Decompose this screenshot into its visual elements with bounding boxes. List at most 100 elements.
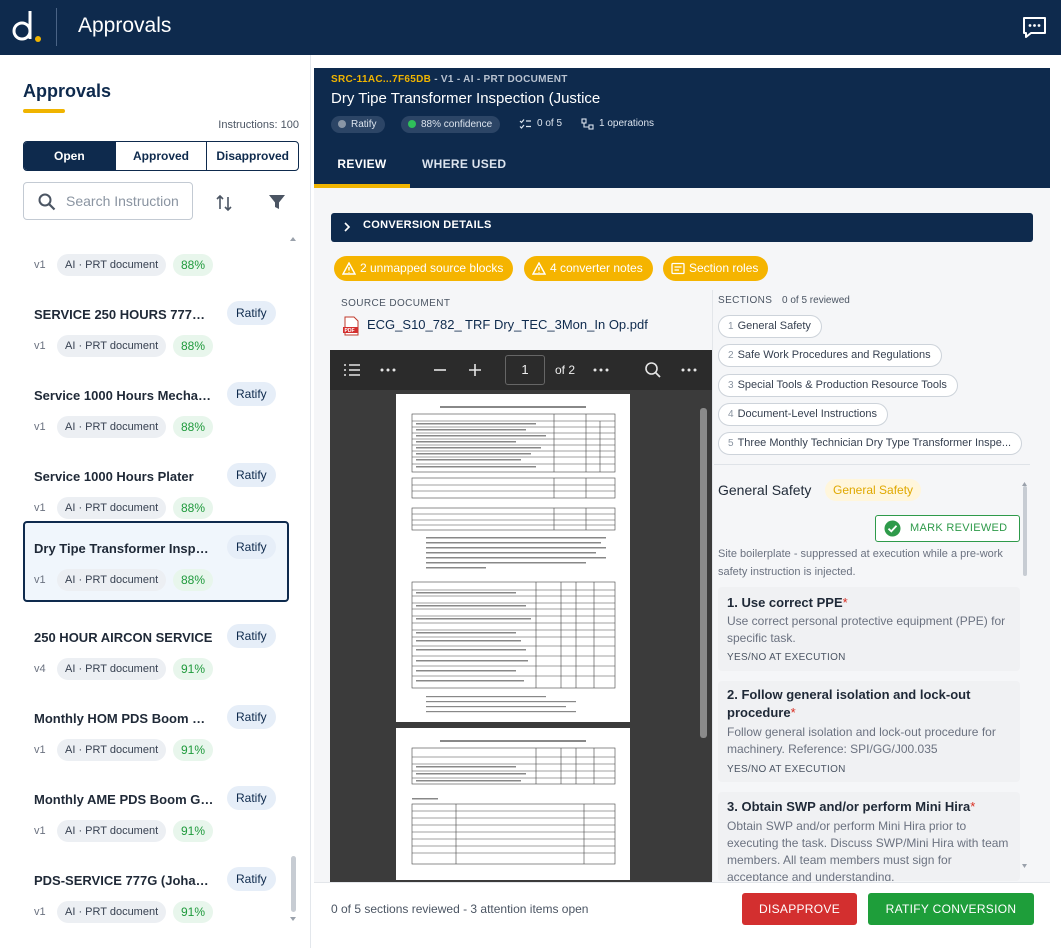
- document-id: SRC-11AC...7F65DB - V1 - AI - PRT DOCUME…: [331, 74, 568, 85]
- item-confidence: 91%: [173, 901, 214, 923]
- outline-menu-icon[interactable]: [342, 360, 362, 380]
- card-title: 1. Use correct PPE*: [727, 594, 1012, 612]
- list-item[interactable]: Monthly HOM PDS Boom Ga... Ratify v1 AI …: [23, 691, 289, 772]
- item-source-chip: AI · PRT document: [57, 335, 167, 357]
- card-title-text: 2. Follow general isolation and lock-out…: [727, 687, 971, 720]
- segment-open[interactable]: Open: [24, 142, 115, 170]
- sections-reviewed-count: 0 of 5 reviewed: [782, 295, 850, 306]
- page-count: of 2: [555, 363, 576, 377]
- list-item[interactable]: SERVICE 250 HOURS 777G ... Ratify v1 AI …: [23, 287, 289, 368]
- ratify-conversion-button[interactable]: RATIFY CONVERSION: [868, 893, 1034, 925]
- segment-approved[interactable]: Approved: [114, 142, 207, 170]
- search-box: [23, 182, 193, 220]
- section-label: Document-Level Instructions: [737, 408, 877, 420]
- card-title-text: 1. Use correct PPE: [727, 595, 843, 610]
- section-chip-three-monthly[interactable]: 5 Three Monthly Technician Dry Type Trans…: [718, 432, 1023, 455]
- item-source-chip: AI · PRT document: [57, 254, 167, 276]
- status-dot: [338, 120, 346, 128]
- more-options-icon[interactable]: [591, 360, 611, 380]
- unmapped-blocks-chip[interactable]: 2 unmapped source blocks: [334, 256, 514, 281]
- search-input[interactable]: [66, 183, 190, 219]
- section-label: General Safety: [737, 320, 811, 332]
- app-logo[interactable]: [10, 9, 44, 45]
- logo-divider: [56, 8, 57, 46]
- required-marker: *: [970, 799, 976, 814]
- more-options-icon[interactable]: [378, 360, 398, 380]
- item-version: v1: [34, 825, 46, 837]
- list-item-selected[interactable]: Dry Tipe Transformer Inspec... Ratify v1…: [23, 521, 289, 602]
- required-marker: *: [842, 595, 848, 610]
- item-ratify-badge: Ratify: [227, 382, 276, 406]
- conversion-details-label: CONVERSION DETAILS: [363, 219, 492, 231]
- list-scrollbar[interactable]: [290, 234, 296, 924]
- section-chip-general-safety[interactable]: 1 General Safety: [718, 315, 822, 338]
- segment-disapproved[interactable]: Disapproved: [206, 142, 298, 170]
- item-version: v1: [34, 421, 46, 433]
- item-confidence: 88%: [173, 416, 214, 438]
- ratify-status-chip: Ratify: [331, 116, 385, 133]
- sections-label: SECTIONS: [718, 295, 773, 306]
- instruction-card[interactable]: 2. Follow general isolation and lock-out…: [718, 681, 1020, 782]
- pdf-scrollbar[interactable]: [700, 408, 707, 738]
- filter-icon[interactable]: [268, 193, 286, 211]
- card-title: 3. Obtain SWP and/or perform Mini Hira*: [727, 798, 1012, 816]
- instruction-card[interactable]: 3. Obtain SWP and/or perform Mini Hira* …: [718, 792, 1020, 881]
- panel-divider: [712, 290, 713, 880]
- chevron-right-icon: [344, 222, 351, 232]
- item-version: v1: [34, 906, 46, 918]
- list-item[interactable]: Monthly AME PDS Boom Ga... Ratify v1 AI …: [23, 772, 289, 853]
- active-tab-indicator: [314, 184, 410, 188]
- tab-where-used[interactable]: WHERE USED: [422, 148, 506, 188]
- converter-notes-chip[interactable]: 4 converter notes: [524, 256, 653, 281]
- review-progress: 0 of 5: [537, 118, 563, 129]
- source-file-name[interactable]: ECG_S10_782_ TRF Dry_TEC_3Mon_In Op.pdf: [367, 317, 648, 332]
- search-icon[interactable]: [643, 360, 663, 380]
- item-title: Dry Tipe Transformer Inspec...: [34, 541, 214, 556]
- section-chip-special-tools[interactable]: 3 Special Tools & Production Resource Too…: [718, 374, 958, 397]
- disapprove-button[interactable]: DISAPPROVE: [742, 893, 857, 925]
- section-number: 1: [728, 321, 734, 332]
- list-item[interactable]: PDS-SERVICE 777G (Johan... Ratify v1 AI …: [23, 853, 289, 924]
- list-item[interactable]: Service 1000 Hours Mechani... Ratify v1 …: [23, 368, 289, 449]
- item-version: v4: [34, 663, 46, 675]
- list-item[interactable]: v1 AI · PRT document 88%: [23, 234, 289, 287]
- item-confidence: 88%: [173, 335, 214, 357]
- item-source-chip: AI · PRT document: [57, 416, 167, 438]
- chat-icon[interactable]: [1021, 15, 1048, 40]
- warning-label: Section roles: [689, 261, 759, 275]
- instruction-card[interactable]: 1. Use correct PPE* Use correct personal…: [718, 587, 1020, 671]
- ratify-chip-label: Ratify: [351, 119, 377, 130]
- item-confidence: 91%: [173, 739, 214, 761]
- zoom-out-icon[interactable]: [430, 360, 450, 380]
- left-panel-title: Approvals: [23, 81, 112, 101]
- item-ratify-badge: Ratify: [227, 535, 276, 559]
- warning-icon: [341, 261, 357, 275]
- item-confidence: 88%: [173, 254, 214, 276]
- confidence-chip-label: 88% confidence: [421, 119, 493, 130]
- item-version: v1: [34, 574, 46, 586]
- section-chip-safe-work[interactable]: 2 Safe Work Procedures and Regulations: [718, 344, 942, 367]
- item-ratify-badge: Ratify: [227, 786, 276, 810]
- pdf-page-2-content: [411, 740, 616, 865]
- zoom-in-icon[interactable]: [465, 360, 485, 380]
- tab-review[interactable]: REVIEW: [314, 148, 410, 188]
- more-options-icon[interactable]: [679, 360, 699, 380]
- list-scrollbar-thumb[interactable]: [291, 856, 296, 912]
- section-chip-document-level[interactable]: 4 Document-Level Instructions: [718, 403, 888, 426]
- item-source-chip: AI · PRT document: [57, 569, 167, 591]
- item-source-chip: AI · PRT document: [57, 820, 167, 842]
- detail-scrollbar-thumb[interactable]: [1023, 486, 1027, 576]
- page-number-input[interactable]: 1: [505, 355, 545, 385]
- item-confidence: 88%: [173, 569, 214, 591]
- item-confidence: 88%: [173, 497, 214, 519]
- card-description: Follow general isolation and lock-out pr…: [727, 725, 996, 756]
- list-item[interactable]: Service 1000 Hours Plater Ratify v1 AI ·…: [23, 449, 289, 530]
- item-version: v1: [34, 502, 46, 514]
- card-response-type: YES/NO AT EXECUTION: [727, 652, 846, 663]
- sort-icon[interactable]: [214, 193, 234, 213]
- list-item[interactable]: 250 HOUR AIRCON SERVICE Ratify v4 AI · P…: [23, 610, 289, 691]
- section-roles-icon: [671, 262, 685, 275]
- section-roles-chip[interactable]: Section roles: [663, 256, 769, 281]
- section-number: 5: [728, 438, 734, 449]
- item-confidence: 91%: [173, 658, 214, 680]
